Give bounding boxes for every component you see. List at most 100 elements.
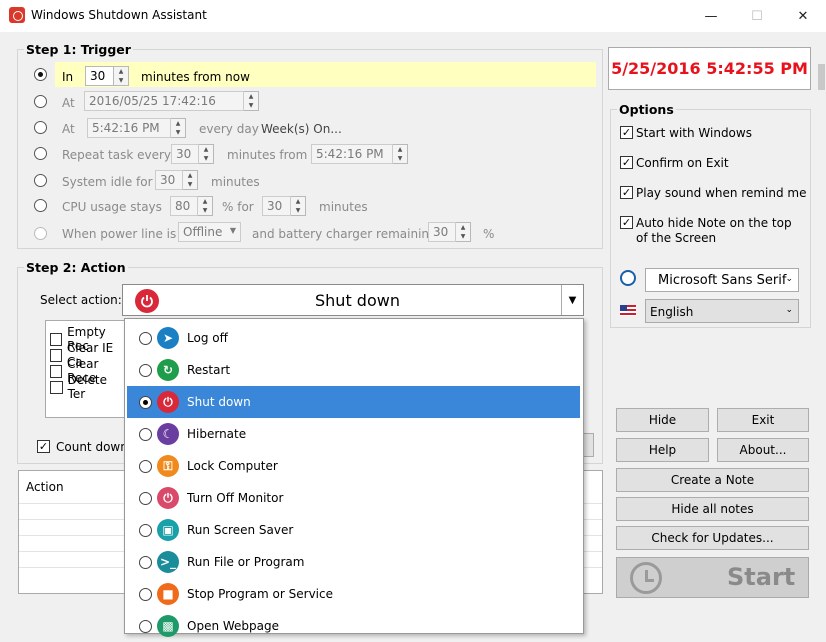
language-select[interactable]: English ⌄ <box>645 299 799 323</box>
start-button[interactable]: Start <box>616 557 809 598</box>
font-select[interactable]: Microsoft Sans Serif ⌄ <box>645 268 799 292</box>
menu-item-radio[interactable] <box>139 620 152 633</box>
clock-icon <box>630 562 662 594</box>
at-datetime-spinner[interactable]: ▲ ▼ <box>244 91 259 111</box>
trigger-at-label: At <box>62 96 75 110</box>
repeat-mid-label: minutes from <box>227 148 308 162</box>
action-dropdown-menu: ➤ Log off ↻ Restart ⏻ Shut down ☾ Hibernate ⚿ Loc… <box>124 318 584 637</box>
repeat-time-input[interactable]: 5:42:16 PM <box>311 144 393 164</box>
checkbox[interactable] <box>50 380 63 394</box>
menu-item[interactable]: >_ Run File or Program <box>127 546 580 578</box>
start-with-windows-label: Start with Windows <box>636 126 752 140</box>
daily-time-input[interactable]: 5:42:16 PM <box>87 118 171 138</box>
power-pct-input[interactable]: 30 <box>428 222 456 242</box>
list-item[interactable]: Delete Ter <box>50 373 126 401</box>
daily-time-spinner[interactable]: ▲ ▼ <box>171 118 186 138</box>
menu-item[interactable]: ■ Stop Program or Service <box>127 578 580 610</box>
font-select-value: Microsoft Sans Serif <box>658 273 787 288</box>
every-day-label: every day <box>199 122 259 136</box>
menu-item-label: Restart <box>187 363 231 377</box>
power-select[interactable]: Offline ▼ <box>178 222 241 242</box>
trigger-at-radio[interactable] <box>34 95 47 108</box>
menu-item[interactable]: ☾ Hibernate <box>127 418 580 450</box>
menu-item[interactable]: ▣ Run Screen Saver <box>127 514 580 546</box>
menu-item[interactable]: ⏻ Shut down <box>127 386 580 418</box>
menu-item-radio[interactable] <box>139 524 152 537</box>
help-button[interactable]: Help <box>616 438 709 462</box>
menu-item-radio[interactable] <box>139 364 152 377</box>
close-button[interactable]: ✕ <box>780 0 826 32</box>
trigger-power-radio[interactable] <box>34 227 47 240</box>
confirm-exit-checkbox[interactable]: ✓ <box>620 156 633 169</box>
cpu-minutes-spinner[interactable]: ▲ ▼ <box>291 196 306 216</box>
maximize-button[interactable]: ☐ <box>734 0 780 32</box>
menu-item-radio[interactable] <box>139 460 152 473</box>
idle-suffix: minutes <box>211 175 260 189</box>
menu-item-radio[interactable] <box>139 556 152 569</box>
image-icon: ▣ <box>157 519 179 541</box>
check-updates-button[interactable]: Check for Updates... <box>616 526 809 550</box>
auto-hide-checkbox[interactable]: ✓ <box>620 216 633 229</box>
menu-item[interactable]: ⚿ Lock Computer <box>127 450 580 482</box>
repeat-spinner[interactable]: ▲ ▼ <box>199 144 214 164</box>
action-select[interactable]: Shut down ▼ <box>122 284 584 316</box>
trigger-cpu-radio[interactable] <box>34 199 47 212</box>
chevron-down-icon[interactable]: ▼ <box>561 285 583 315</box>
lock-icon: ⚿ <box>157 455 179 477</box>
trigger-at-daily-radio[interactable] <box>34 121 47 134</box>
play-sound-label: Play sound when remind me <box>636 186 807 200</box>
idle-input[interactable]: 30 <box>155 170 183 190</box>
trigger-idle-radio[interactable] <box>34 174 47 187</box>
menu-item-radio[interactable] <box>139 396 152 409</box>
title-bar: Windows Shutdown Assistant — ☐ ✕ <box>0 0 826 32</box>
app-icon <box>9 7 25 23</box>
menu-item-label: Lock Computer <box>187 459 278 473</box>
chevron-down-icon: ⌄ <box>785 305 793 315</box>
trigger-in-radio[interactable] <box>34 68 47 81</box>
menu-item[interactable]: ➤ Log off <box>127 322 580 354</box>
create-note-button[interactable]: Create a Note <box>616 468 809 492</box>
cpu-suffix: minutes <box>319 200 368 214</box>
action-options-list: Empty Rec Clear IE Ca Clear Rece Delete … <box>45 320 127 418</box>
repeat-input[interactable]: 30 <box>171 144 199 164</box>
repeat-label: Repeat task every <box>62 148 172 162</box>
power-suffix: % <box>483 227 495 241</box>
in-minutes-input[interactable]: 30 <box>85 66 114 86</box>
menu-item-label: Hibernate <box>187 427 247 441</box>
hide-notes-button[interactable]: Hide all notes <box>616 497 809 521</box>
in-minutes-spinner[interactable]: ▲ ▼ <box>114 66 129 86</box>
action-select-value: Shut down <box>315 291 400 310</box>
repeat-time-spinner[interactable]: ▲ ▼ <box>393 144 408 164</box>
minimize-button[interactable]: — <box>688 0 734 32</box>
power-icon: ⏻ <box>157 391 179 413</box>
menu-item-label: Run File or Program <box>187 555 305 569</box>
menu-item[interactable]: ↻ Restart <box>127 354 580 386</box>
menu-item-radio[interactable] <box>139 428 152 441</box>
play-sound-checkbox[interactable]: ✓ <box>620 186 633 199</box>
exit-button[interactable]: Exit <box>717 408 809 432</box>
menu-item[interactable]: ▩ Open Webpage <box>127 610 580 642</box>
weeks-on-link[interactable]: Week(s) On... <box>261 122 342 136</box>
menu-item-radio[interactable] <box>139 492 152 505</box>
menu-item-radio[interactable] <box>139 332 152 345</box>
scrollbar-thumb[interactable] <box>818 64 825 90</box>
cpu-minutes-input[interactable]: 30 <box>262 196 291 216</box>
at-datetime-input[interactable]: 2016/05/25 17:42:16 <box>84 91 244 111</box>
terminal-icon: >_ <box>157 551 179 573</box>
idle-spinner[interactable]: ▲ ▼ <box>183 170 198 190</box>
cpu-spinner[interactable]: ▲ ▼ <box>198 196 213 216</box>
trigger-repeat-radio[interactable] <box>34 147 47 160</box>
power-pct-spinner[interactable]: ▲ ▼ <box>456 222 471 242</box>
cpu-input[interactable]: 80 <box>170 196 198 216</box>
countdown-checkbox[interactable]: ✓ <box>37 440 50 453</box>
hide-button[interactable]: Hide <box>616 408 709 432</box>
confirm-exit-label: Confirm on Exit <box>636 156 729 170</box>
power-label: When power line is <box>62 227 177 241</box>
about-button[interactable]: About... <box>717 438 809 462</box>
us-flag-icon <box>620 305 636 316</box>
start-with-windows-checkbox[interactable]: ✓ <box>620 126 633 139</box>
trigger-legend: Step 1: Trigger <box>26 42 131 57</box>
menu-item-radio[interactable] <box>139 588 152 601</box>
select-action-label: Select action: <box>40 293 122 307</box>
menu-item[interactable]: ⏻ Turn Off Monitor <box>127 482 580 514</box>
